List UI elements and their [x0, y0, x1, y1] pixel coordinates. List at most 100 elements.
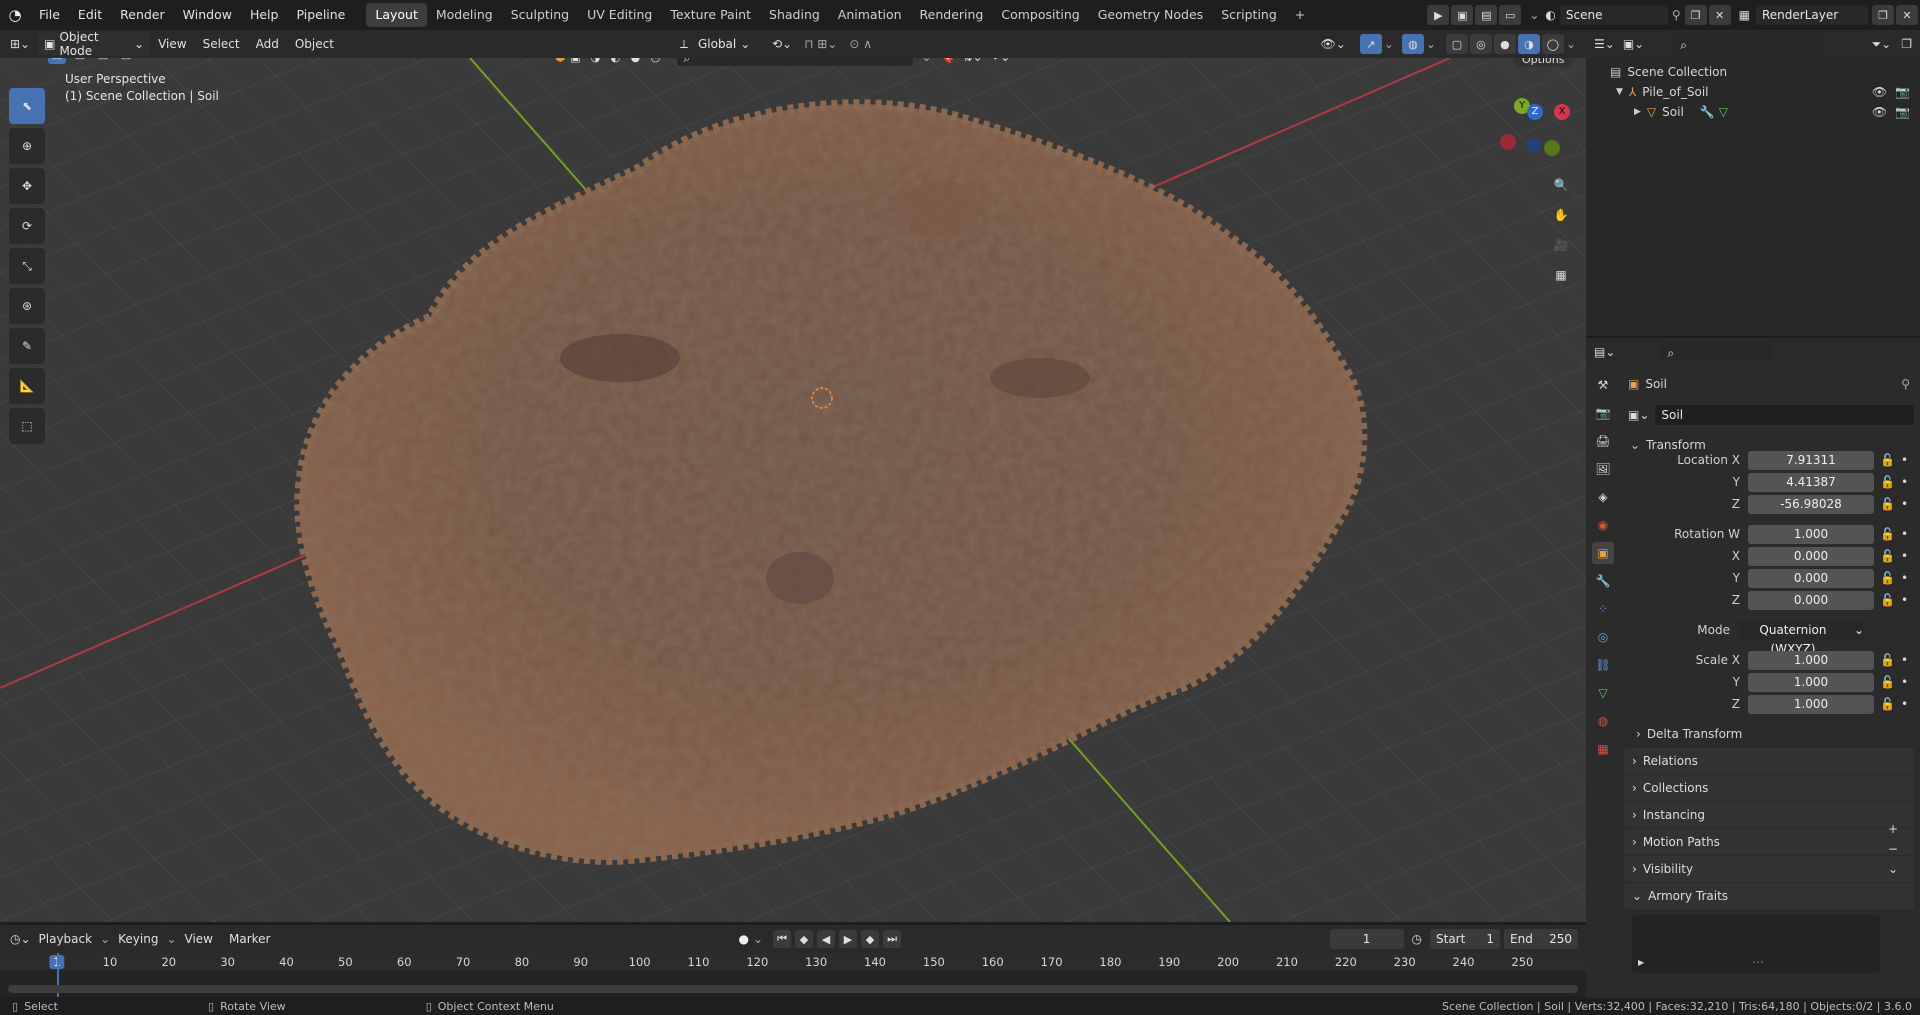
- editor-type-icon[interactable]: ⊞⌄: [10, 37, 30, 51]
- scene-field[interactable]: Scene: [1559, 5, 1668, 25]
- camera-icon[interactable]: 📷: [1895, 105, 1910, 119]
- pan-hand-icon[interactable]: ✋: [1548, 202, 1574, 228]
- rotate-tool-icon[interactable]: ⟳: [9, 208, 45, 244]
- outliner-row-pile-of-soil[interactable]: ▼ ⅄ Pile_of_Soil 👁 📷: [1586, 82, 1920, 102]
- lock-icon[interactable]: 🔓: [1880, 453, 1895, 467]
- location-z-field[interactable]: -56.98028: [1748, 494, 1874, 514]
- select-intersect-icon[interactable]: ▭: [117, 58, 135, 64]
- motion-paths-panel[interactable]: › Motion Paths: [1624, 829, 1914, 855]
- menu-render[interactable]: Render: [111, 0, 174, 30]
- remove-trait-icon[interactable]: −: [1888, 842, 1898, 856]
- orientation-dropdown[interactable]: Global ⌄: [692, 33, 764, 55]
- shading-b-icon[interactable]: ◑: [587, 58, 604, 65]
- tab-layout[interactable]: Layout: [366, 3, 427, 27]
- delete-layer-icon[interactable]: ✕: [1896, 5, 1918, 25]
- select-extend-icon[interactable]: ▭: [71, 58, 89, 64]
- play-reverse-icon[interactable]: ◀: [817, 930, 836, 948]
- keyframe-dot-icon[interactable]: •: [1901, 475, 1908, 489]
- timeline-scrollbar[interactable]: [8, 985, 1578, 993]
- tab-compositing[interactable]: Compositing: [992, 3, 1088, 27]
- rotation-mode-dropdown[interactable]: Quaternion (WXYZ) ⌄: [1738, 620, 1864, 656]
- armory-traits-panel[interactable]: ⌄ Armory Traits: [1624, 883, 1914, 909]
- color-wheel-icon[interactable]: ⬢: [555, 58, 565, 64]
- outliner-editor-icon[interactable]: ☰⌄: [1594, 37, 1615, 51]
- expand-arrow-icon[interactable]: ▶: [1634, 107, 1641, 117]
- properties-search-input[interactable]: ⌕: [1661, 343, 1772, 361]
- rendered-shading-icon[interactable]: ◯: [1541, 34, 1564, 54]
- xray-toggle-icon[interactable]: ▢: [1445, 34, 1468, 54]
- overlay-toggle-icon[interactable]: ◍: [1401, 34, 1424, 54]
- instancing-panel[interactable]: › Instancing: [1624, 802, 1914, 828]
- keyframe-dot-icon[interactable]: •: [1901, 697, 1908, 711]
- chevron-down-icon[interactable]: ⌄: [753, 932, 763, 946]
- clock-icon[interactable]: ◷: [1412, 932, 1422, 946]
- keyframe-dot-icon[interactable]: •: [1901, 675, 1908, 689]
- tool-tab-icon[interactable]: ⚒: [1592, 374, 1614, 396]
- timeline-editor-icon[interactable]: ◷⌄: [10, 932, 31, 946]
- select-subtract-icon[interactable]: ▭: [94, 58, 112, 64]
- rotation-y-field[interactable]: 0.000: [1748, 568, 1874, 588]
- chevron-down-icon[interactable]: ⌄: [1426, 37, 1436, 51]
- mode-dropdown[interactable]: ▣ Object Mode ⌄: [38, 30, 151, 58]
- menu-add[interactable]: Add: [248, 37, 287, 51]
- rotation-x-field[interactable]: 0.000: [1748, 546, 1874, 566]
- jump-keyframe-back-icon[interactable]: ◆: [795, 930, 814, 948]
- add-cube-tool-icon[interactable]: ⬚: [9, 408, 45, 444]
- lock-icon[interactable]: 🔓: [1880, 653, 1895, 667]
- tab-geometry-nodes[interactable]: Geometry Nodes: [1089, 3, 1212, 27]
- 3d-viewport[interactable]: User Perspective (1) Scene Collection | …: [0, 58, 1586, 922]
- cursor-tool-icon[interactable]: ⊕: [9, 128, 45, 164]
- tab-sculpting[interactable]: Sculpting: [502, 3, 578, 27]
- orientation-icon[interactable]: ⟂: [680, 37, 688, 52]
- gizmo-x[interactable]: X: [1554, 104, 1570, 120]
- solid-shading-icon[interactable]: ●: [1493, 34, 1516, 54]
- keyframe-dot-icon[interactable]: •: [1901, 571, 1908, 585]
- render-tab-icon[interactable]: 📷: [1592, 402, 1614, 424]
- lock-icon[interactable]: 🔓: [1880, 497, 1895, 511]
- keyframe-dot-icon[interactable]: •: [1901, 549, 1908, 563]
- filter-icon[interactable]: ⏷⌄: [991, 58, 1011, 65]
- properties-editor-icon[interactable]: ▤⌄: [1594, 345, 1615, 359]
- delta-transform-panel[interactable]: › Delta Transform: [1636, 722, 1914, 746]
- expand-arrow-icon[interactable]: ▼: [1616, 87, 1623, 97]
- shading-d-icon[interactable]: ◒: [627, 58, 644, 65]
- chevron-down-icon[interactable]: ⌄: [1888, 862, 1898, 876]
- camera-icon[interactable]: 📷: [1895, 85, 1910, 99]
- keyframe-dot-icon[interactable]: •: [1901, 653, 1908, 667]
- bookmark-icon[interactable]: 🔖: [940, 58, 955, 64]
- material-shading-icon[interactable]: ◑: [1517, 34, 1540, 54]
- tab-modeling[interactable]: Modeling: [427, 3, 502, 27]
- play-icon[interactable]: ▶: [1427, 5, 1450, 25]
- outliner-row-soil[interactable]: ▶ ▽ Soil 🔧 ▽ 👁 📷: [1586, 102, 1920, 122]
- menu-marker[interactable]: Marker: [221, 932, 278, 946]
- sort-icon[interactable]: ⇅⌄: [963, 58, 983, 64]
- shading-c-icon[interactable]: ◐: [607, 58, 624, 65]
- select-box-icon[interactable]: ▭: [48, 58, 66, 64]
- outliner-row-scene-collection[interactable]: ▤ Scene Collection: [1586, 62, 1920, 82]
- navigation-gizmo[interactable]: Y Z X: [1500, 98, 1580, 178]
- scale-y-field[interactable]: 1.000: [1748, 672, 1874, 692]
- add-trait-icon[interactable]: +: [1888, 822, 1898, 836]
- eye-icon[interactable]: 👁: [1872, 105, 1887, 119]
- keyframe-dot-icon[interactable]: •: [1901, 453, 1908, 467]
- start-frame-field[interactable]: Start 1: [1430, 929, 1500, 949]
- mesh-data-icon[interactable]: ▽: [1719, 105, 1728, 119]
- relations-panel[interactable]: › Relations: [1624, 748, 1914, 774]
- view-layer-icon[interactable]: ▤: [1475, 5, 1498, 25]
- wireframe-shading-icon[interactable]: ◎: [1469, 34, 1492, 54]
- annotate-tool-icon[interactable]: ✎: [9, 328, 45, 364]
- chevron-down-icon[interactable]: ⌄: [1384, 37, 1394, 51]
- armory-traits-list[interactable]: ▶ ⋯: [1632, 915, 1880, 973]
- scale-z-field[interactable]: 1.000: [1748, 694, 1874, 714]
- visibility-filter-icon[interactable]: 👁⌄: [1321, 37, 1346, 51]
- object-type-dropdown[interactable]: ▣⌄: [1628, 408, 1649, 422]
- move-tool-icon[interactable]: ✥: [9, 168, 45, 204]
- scene-icon[interactable]: ◐: [1545, 8, 1555, 22]
- menu-view[interactable]: View: [150, 37, 194, 51]
- new-scene-icon[interactable]: ❐: [1684, 5, 1707, 25]
- location-x-field[interactable]: 7.91311: [1748, 450, 1874, 470]
- keyframe-dot-icon[interactable]: •: [1901, 593, 1908, 607]
- viewport-search-input[interactable]: ⌕: [677, 58, 914, 66]
- outliner-search-input[interactable]: ⌕: [1674, 35, 1825, 53]
- menu-timeline-view[interactable]: View: [177, 932, 221, 946]
